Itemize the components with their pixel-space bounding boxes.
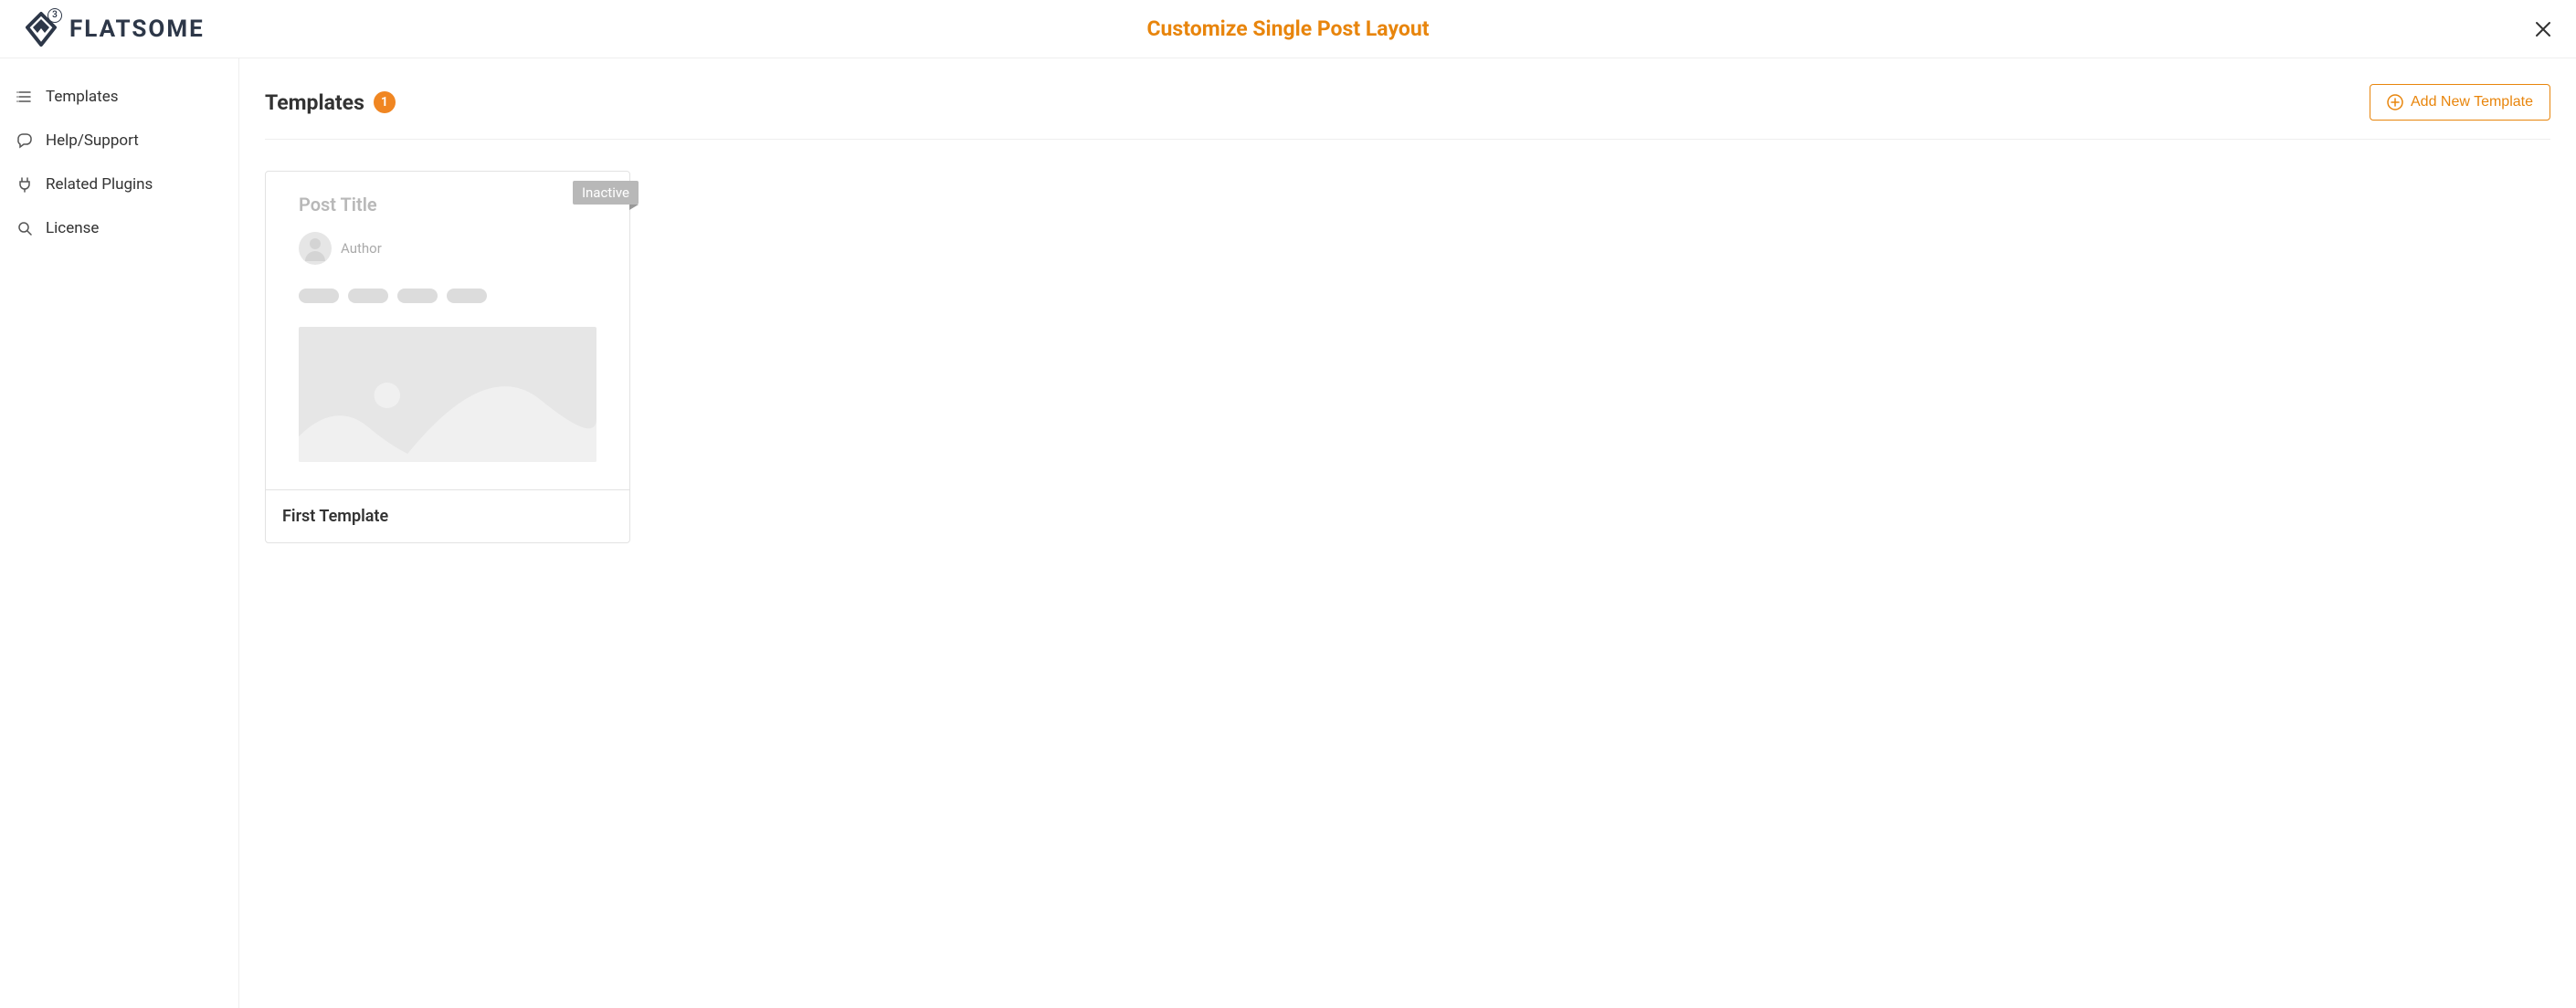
sidebar-item-templates[interactable]: Templates [0,75,238,119]
main-content: Templates 1 Add New Template Inactive Po… [239,58,2576,1008]
sidebar-item-label: Templates [46,88,119,106]
preview-post-title: Post Title [299,194,596,215]
pill-placeholder [299,289,339,303]
tag-placeholders [299,289,596,303]
brand-name: FLATSOME [69,16,205,43]
author-row: Author [299,232,596,265]
sidebar-item-label: License [46,219,99,237]
close-icon [2535,21,2551,37]
image-placeholder-icon [299,327,596,462]
brand-area: 3 FLATSOME [22,10,205,48]
logo-badge: 3 [48,8,62,23]
main-header: Templates 1 Add New Template [265,84,2550,140]
plus-circle-icon [2387,94,2403,110]
card-footer: First Template [266,490,629,542]
avatar-icon [299,232,332,265]
page-title: Customize Single Post Layout [1147,16,1430,41]
count-badge: 1 [374,91,396,113]
chat-icon [16,132,33,149]
template-grid: Inactive Post Title Author [265,171,2550,543]
template-card[interactable]: Inactive Post Title Author [265,171,630,543]
pill-placeholder [348,289,388,303]
list-icon [16,89,33,105]
add-button-label: Add New Template [2411,94,2533,110]
logo-icon: 3 [22,10,60,48]
template-name: First Template [282,507,613,526]
sidebar-item-help[interactable]: Help/Support [0,119,238,163]
pill-placeholder [397,289,438,303]
plug-icon [16,176,33,193]
sidebar-item-label: Related Plugins [46,175,153,194]
status-badge: Inactive [573,181,639,205]
sidebar-item-plugins[interactable]: Related Plugins [0,163,238,206]
pill-placeholder [447,289,487,303]
main-title: Templates [265,90,364,115]
search-icon [16,220,33,236]
card-preview: Post Title Author [266,172,629,490]
layout: Templates Help/Support Related Plugins L… [0,58,2576,1008]
main-title-wrap: Templates 1 [265,90,396,115]
close-button[interactable] [2532,18,2554,40]
sidebar-item-license[interactable]: License [0,206,238,250]
sidebar-item-label: Help/Support [46,131,139,150]
add-new-template-button[interactable]: Add New Template [2370,84,2550,121]
author-label: Author [341,240,382,257]
app-header: 3 FLATSOME Customize Single Post Layout [0,0,2576,58]
sidebar: Templates Help/Support Related Plugins L… [0,58,239,1008]
